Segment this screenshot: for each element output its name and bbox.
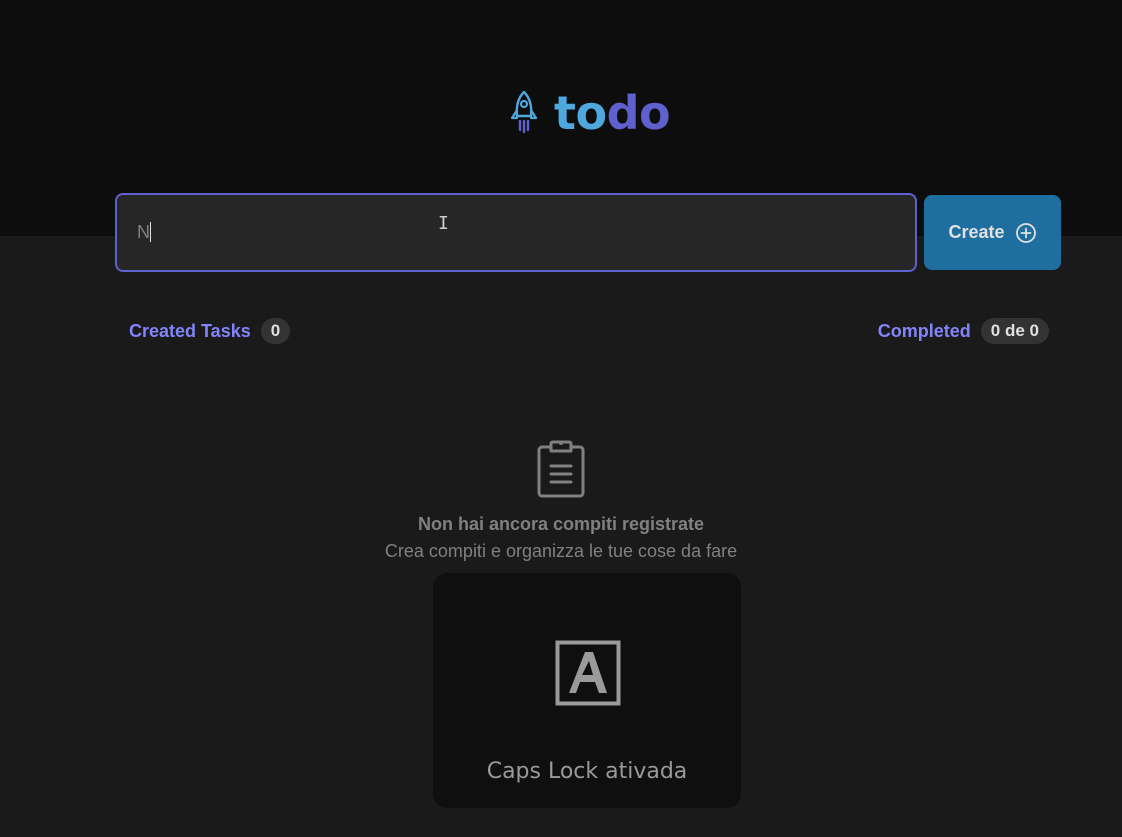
caps-lock-icon xyxy=(555,640,621,711)
app-title-part-do: do xyxy=(606,86,671,140)
text-caret xyxy=(150,222,151,242)
created-tasks-counter: Created Tasks 0 xyxy=(129,318,291,344)
completed-tasks-counter: Completed 0 de 0 xyxy=(878,318,1049,344)
caps-lock-text: Caps Lock ativada xyxy=(486,759,688,784)
created-tasks-label: Created Tasks xyxy=(129,320,251,341)
created-tasks-badge: 0 xyxy=(260,318,291,344)
caps-lock-notification: Caps Lock ativada xyxy=(433,573,741,808)
app-title: todo xyxy=(554,86,671,140)
empty-state: Non hai ancora compiti registrate Crea c… xyxy=(0,440,1122,563)
create-button-label: Create xyxy=(948,222,1005,242)
task-input[interactable] xyxy=(117,195,915,270)
completed-tasks-label: Completed xyxy=(877,320,971,341)
task-input-wrapper[interactable] xyxy=(115,193,917,272)
rocket-icon xyxy=(508,90,540,136)
clipboard-icon xyxy=(536,440,586,503)
mouse-ibeam-cursor-icon: I xyxy=(438,213,449,234)
app-title-part-to: to xyxy=(554,86,607,140)
app-logo: todo xyxy=(508,86,671,140)
plus-circle-icon xyxy=(1015,222,1037,244)
empty-state-title: Non hai ancora compiti registrate xyxy=(417,514,705,534)
completed-tasks-badge: 0 de 0 xyxy=(980,318,1049,344)
empty-state-subtitle: Crea compiti e organizza le tue cose da … xyxy=(384,541,738,561)
create-button[interactable]: Create xyxy=(924,195,1061,270)
